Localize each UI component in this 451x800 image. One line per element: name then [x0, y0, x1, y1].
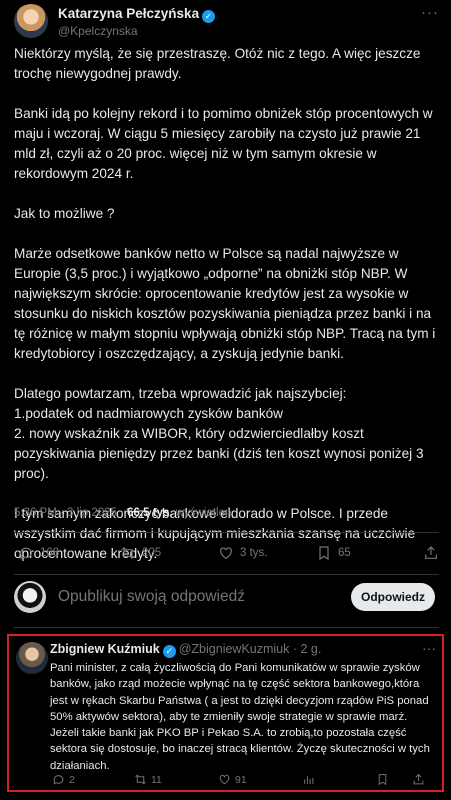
views-action[interactable]	[302, 773, 315, 786]
verified-badge-icon: ✓	[202, 10, 216, 23]
tweet-paragraph: Niektórzy myślą, że się przestraszę. Otó…	[14, 46, 421, 81]
author-handle[interactable]: @Kpelczynska	[58, 24, 138, 38]
reply-header: Zbigniew Kuźmiuk ✓ @ZbigniewKuzmiuk · 2 g.	[50, 642, 321, 658]
reply-actions: 2 11 91	[50, 773, 434, 789]
reply-author-handle[interactable]: @ZbigniewKuzmiuk · 2 g.	[179, 642, 322, 656]
repost-icon	[121, 546, 135, 560]
like-count: 3 tys.	[240, 547, 268, 559]
repost-count: 11	[151, 773, 162, 786]
verified-badge-icon: ✓	[162, 645, 176, 658]
share-icon	[425, 546, 437, 559]
views-icon	[304, 776, 314, 784]
tweet-paragraph: Jak to możliwe ?	[14, 206, 115, 221]
author-name[interactable]: Katarzyna Pełczyńska ✓	[58, 6, 216, 23]
tweet-paragraph: Marże odsetkowe banków netto w Polsce są…	[14, 246, 436, 361]
reply-button[interactable]: Odpowiedz	[351, 583, 435, 611]
current-user-avatar[interactable]	[14, 581, 46, 613]
views-count: 66,5 tys.	[127, 507, 173, 519]
tweet-actions: 168 205 3 tys. 65	[14, 545, 439, 565]
share-icon	[413, 773, 424, 785]
more-options-icon[interactable]: ···	[422, 640, 436, 656]
reply-text: Pani minister, z całą życzliwością do Pa…	[50, 662, 430, 772]
author-avatar[interactable]	[14, 4, 48, 38]
like-count: 91	[235, 773, 247, 786]
tweet-body: Niektórzy myślą, że się przestraszę. Otó…	[14, 44, 439, 564]
reply-action[interactable]: 168	[18, 545, 59, 561]
divider	[14, 532, 439, 533]
heart-icon	[220, 547, 232, 560]
reply-composer: Opublikuj swoją odpowiedź Odpowiedz	[14, 579, 439, 619]
more-options-icon[interactable]: ···	[421, 4, 439, 21]
tweet-meta: 5:36 PM · 3 lip 2025 · 66,5 tys. wyświet…	[14, 507, 231, 519]
reply-icon	[19, 547, 32, 560]
repost-action[interactable]: 11	[134, 773, 162, 786]
repost-action[interactable]: 205	[120, 545, 161, 561]
bookmark-count: 65	[338, 547, 351, 559]
share-action[interactable]	[423, 545, 439, 564]
tweet-paragraph: 1.podatek od nadmiarowych zysków banków	[14, 406, 284, 421]
like-action[interactable]: 3 tys.	[218, 545, 267, 561]
heart-icon	[219, 774, 230, 785]
bookmark-icon	[319, 546, 329, 561]
tweet-paragraph: 2. nowy wskaźnik za WIBOR, który odzwier…	[14, 426, 424, 481]
divider	[14, 574, 439, 575]
reply-tweet[interactable]: Zbigniew Kuźmiuk ✓ @ZbigniewKuzmiuk · 2 g.…	[7, 634, 444, 792]
views-action[interactable]: 65	[316, 545, 351, 561]
bookmark-icon	[378, 774, 387, 786]
bookmark-action[interactable]	[376, 773, 389, 786]
tweet-header: Katarzyna Pełczyńska ✓ @Kpelczynska ···	[14, 4, 439, 42]
divider	[14, 627, 439, 628]
reply-count: 168	[40, 547, 60, 559]
reply-author-name[interactable]: Zbigniew Kuźmiuk	[50, 642, 160, 656]
reply-icon	[53, 775, 64, 785]
reply-input[interactable]: Opublikuj swoją odpowiedź	[58, 588, 245, 606]
reply-count: 2	[69, 773, 75, 786]
tweet-paragraph: Dlatego powtarzam, trzeba wprowadzić jak…	[14, 386, 347, 401]
repost-count: 205	[142, 547, 162, 559]
tweet-paragraph: Banki idą po kolejny rekord i to pomimo …	[14, 106, 433, 181]
like-action[interactable]: 91	[218, 773, 247, 786]
author-name-text[interactable]: Katarzyna Pełczyńska	[58, 6, 199, 21]
share-action[interactable]	[412, 773, 425, 786]
repost-icon	[135, 774, 146, 785]
views-label: wyświetleń	[172, 507, 232, 519]
reply-action[interactable]: 2	[52, 773, 75, 786]
tweet-timestamp[interactable]: 5:36 PM · 3 lip 2025 ·	[14, 507, 127, 519]
reply-author-avatar[interactable]	[16, 642, 48, 674]
